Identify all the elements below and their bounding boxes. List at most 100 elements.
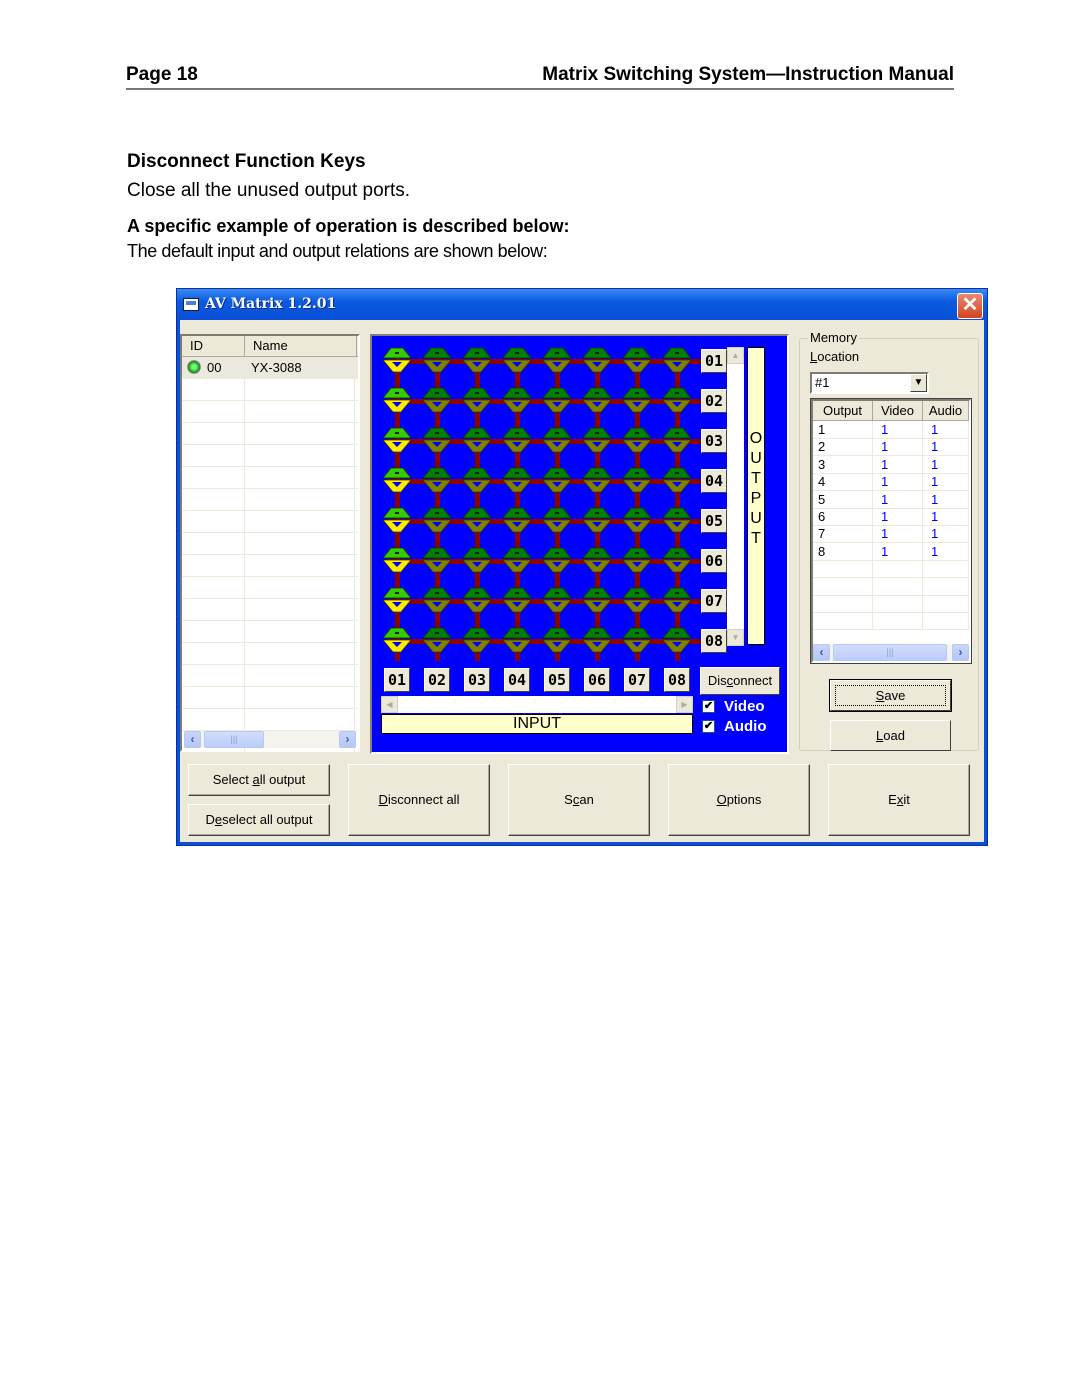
crosspoint[interactable] xyxy=(662,625,692,655)
crosspoint-active[interactable] xyxy=(382,385,412,415)
crosspoint[interactable] xyxy=(502,385,532,415)
title-bar[interactable]: AV Matrix 1.2.01 ✕ xyxy=(177,289,987,320)
crosspoint[interactable] xyxy=(502,425,532,455)
memory-row[interactable]: 511 xyxy=(813,490,969,509)
input-button-02[interactable]: 02 xyxy=(424,668,450,692)
output-button-06[interactable]: 06 xyxy=(701,549,727,573)
crosspoint[interactable] xyxy=(422,385,452,415)
crosspoint[interactable] xyxy=(542,505,572,535)
disconnect-button[interactable]: Disconnect xyxy=(700,667,780,695)
crosspoint[interactable] xyxy=(622,385,652,415)
crosspoint[interactable] xyxy=(622,465,652,495)
scroll-left-button[interactable]: ◀ xyxy=(381,696,398,713)
scroll-down-button[interactable]: ▼ xyxy=(727,629,744,646)
crosspoint[interactable] xyxy=(462,505,492,535)
column-header-audio[interactable]: Audio xyxy=(923,401,969,421)
crosspoint[interactable] xyxy=(662,545,692,575)
crosspoint[interactable] xyxy=(622,585,652,615)
crosspoint[interactable] xyxy=(462,425,492,455)
video-checkbox[interactable]: ✔ Video xyxy=(702,698,782,716)
crosspoint[interactable] xyxy=(502,345,532,375)
output-button-01[interactable]: 01 xyxy=(701,349,727,373)
memory-row[interactable]: 311 xyxy=(813,455,969,474)
crosspoint[interactable] xyxy=(462,585,492,615)
close-button[interactable]: ✕ xyxy=(957,293,983,319)
location-select[interactable]: #1 ▼ xyxy=(810,372,929,394)
crosspoint[interactable] xyxy=(622,345,652,375)
column-header-video[interactable]: Video xyxy=(873,401,923,421)
crosspoint[interactable] xyxy=(422,505,452,535)
crosspoint[interactable] xyxy=(542,425,572,455)
input-button-07[interactable]: 07 xyxy=(624,668,650,692)
deselect-all-output-button[interactable]: Deselect all output xyxy=(188,804,330,836)
scroll-right-button[interactable]: › xyxy=(952,644,969,661)
crosspoint[interactable] xyxy=(662,465,692,495)
crosspoint-active[interactable] xyxy=(382,545,412,575)
select-all-output-button[interactable]: Select all output xyxy=(188,764,330,796)
crosspoint[interactable] xyxy=(542,385,572,415)
crosspoint[interactable] xyxy=(542,585,572,615)
device-list-horizontal-scrollbar[interactable]: ‹ ||| › xyxy=(184,731,356,748)
column-header-output[interactable]: Output xyxy=(813,401,873,421)
scroll-up-button[interactable]: ▲ xyxy=(727,347,744,364)
crosspoint[interactable] xyxy=(502,465,532,495)
crosspoint[interactable] xyxy=(622,625,652,655)
dropdown-arrow-icon[interactable]: ▼ xyxy=(910,374,927,392)
input-button-04[interactable]: 04 xyxy=(504,668,530,692)
output-button-03[interactable]: 03 xyxy=(701,429,727,453)
memory-row[interactable]: 411 xyxy=(813,473,969,492)
crosspoint-active[interactable] xyxy=(382,345,412,375)
crosspoint[interactable] xyxy=(662,585,692,615)
memory-row[interactable]: 611 xyxy=(813,508,969,526)
scroll-thumb[interactable]: ||| xyxy=(833,644,947,661)
crosspoint[interactable] xyxy=(622,425,652,455)
crosspoint[interactable] xyxy=(582,585,612,615)
crosspoint[interactable] xyxy=(582,505,612,535)
crosspoint[interactable] xyxy=(582,345,612,375)
scroll-left-button[interactable]: ‹ xyxy=(184,731,201,748)
crosspoint[interactable] xyxy=(662,505,692,535)
input-button-06[interactable]: 06 xyxy=(584,668,610,692)
crosspoint[interactable] xyxy=(622,505,652,535)
crosspoint[interactable] xyxy=(422,465,452,495)
input-button-08[interactable]: 08 xyxy=(664,668,690,692)
crosspoint[interactable] xyxy=(582,385,612,415)
crosspoint[interactable] xyxy=(462,385,492,415)
column-header-name[interactable]: Name xyxy=(245,336,357,356)
crosspoint-active[interactable] xyxy=(382,465,412,495)
crosspoint[interactable] xyxy=(542,625,572,655)
crosspoint[interactable] xyxy=(622,545,652,575)
crosspoint-active[interactable] xyxy=(382,425,412,455)
crosspoint[interactable] xyxy=(422,545,452,575)
input-horizontal-scrollbar[interactable]: ◀ ▶ xyxy=(381,696,693,713)
crosspoint[interactable] xyxy=(582,425,612,455)
crosspoint[interactable] xyxy=(462,345,492,375)
crosspoint[interactable] xyxy=(662,385,692,415)
output-button-02[interactable]: 02 xyxy=(701,389,727,413)
memory-row[interactable]: 711 xyxy=(813,525,969,544)
crosspoint-active[interactable] xyxy=(382,625,412,655)
memory-row[interactable]: 211 xyxy=(813,438,969,457)
crosspoint[interactable] xyxy=(582,545,612,575)
crosspoint[interactable] xyxy=(502,505,532,535)
disconnect-all-button[interactable]: Disconnect all xyxy=(348,764,490,836)
crosspoint[interactable] xyxy=(422,625,452,655)
output-vertical-scrollbar[interactable]: ▲ ▼ xyxy=(727,347,744,646)
load-button[interactable]: Load xyxy=(830,720,951,751)
memory-table-horizontal-scrollbar[interactable]: ‹ ||| › xyxy=(813,644,969,661)
crosspoint[interactable] xyxy=(422,345,452,375)
save-button[interactable]: Save xyxy=(829,679,952,712)
audio-checkbox[interactable]: ✔ Audio xyxy=(702,718,782,736)
crosspoint[interactable] xyxy=(462,545,492,575)
input-button-03[interactable]: 03 xyxy=(464,668,490,692)
crosspoint[interactable] xyxy=(542,345,572,375)
crosspoint[interactable] xyxy=(662,345,692,375)
crosspoint[interactable] xyxy=(422,585,452,615)
crosspoint[interactable] xyxy=(662,425,692,455)
scroll-left-button[interactable]: ‹ xyxy=(813,644,830,661)
scroll-right-button[interactable]: ▶ xyxy=(676,696,693,713)
memory-row[interactable]: 111 xyxy=(813,421,969,439)
device-row[interactable]: 00 YX-3088 xyxy=(182,357,358,379)
crosspoint-active[interactable] xyxy=(382,585,412,615)
crosspoint[interactable] xyxy=(582,625,612,655)
